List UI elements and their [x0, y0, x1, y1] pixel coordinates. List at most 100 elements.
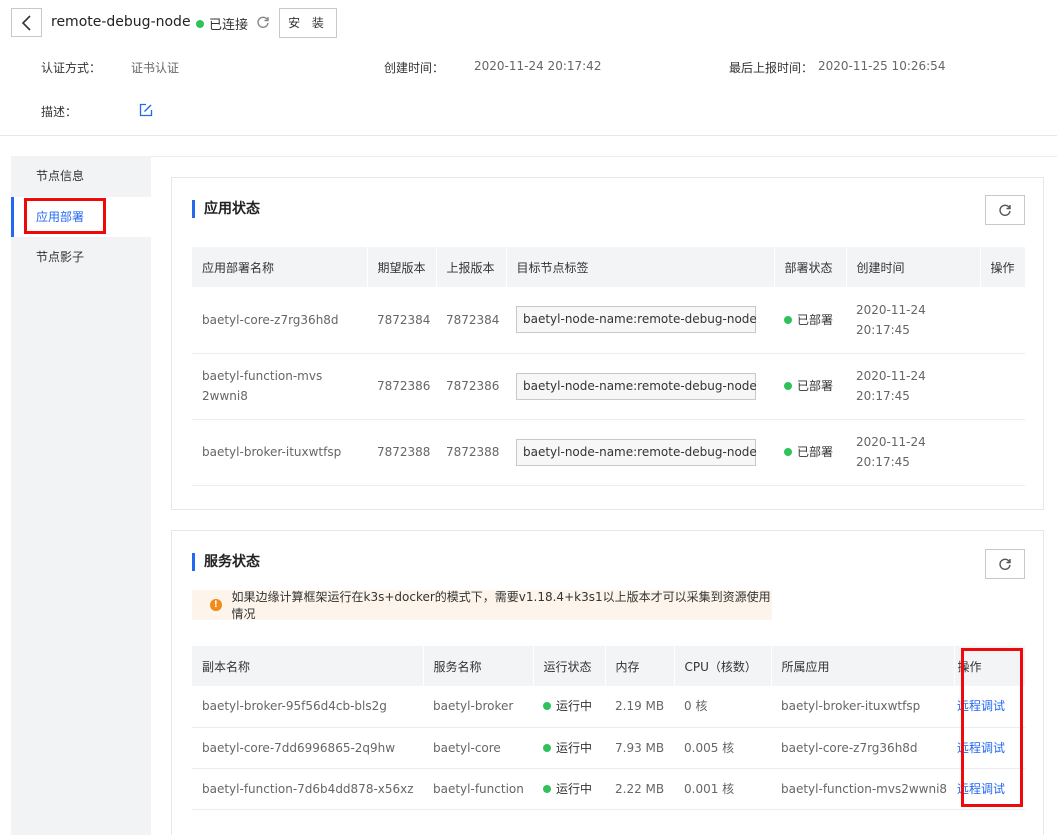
created-date: 2020-11-24 [856, 369, 926, 383]
warning-icon: ! [210, 599, 222, 611]
app-name: baetyl-function-mvs2wwni8 [192, 353, 367, 420]
created-time: 20:17:45 [856, 455, 910, 469]
expected-version: 7872384 [367, 287, 436, 354]
refresh-icon [999, 558, 1011, 570]
owning-app: baetyl-broker-ituxwtfsp [771, 686, 954, 728]
service-status-refresh-button[interactable] [985, 549, 1025, 579]
resource-notice: ! 如果边缘计算框架运行在k3s+docker的模式下，需要v1.18.4+k3… [192, 590, 772, 621]
edit-icon[interactable] [139, 103, 153, 117]
column-header: CPU（核数） [674, 646, 772, 686]
created-time: 20:17:45 [856, 322, 910, 337]
notice-text: 如果边缘计算框架运行在k3s+docker的模式下，需要v1.18.4+k3s1… [231, 590, 771, 621]
deploy-status: 已部署 [784, 442, 846, 462]
cpu-value: 0.005 核 [674, 727, 771, 769]
run-status: 运行中 [543, 696, 605, 716]
highlight-box-sidebar [24, 198, 106, 234]
cpu-value: 0.001 核 [674, 768, 771, 810]
memory-value: 2.19 MB [605, 686, 674, 728]
created-value: 2020-11-24 20:17:42 [474, 59, 602, 73]
reported-version: 7872388 [436, 419, 506, 486]
service-name: baetyl-function [423, 768, 533, 810]
owning-app: baetyl-function-mvs2wwni8 [771, 768, 954, 810]
column-header: 运行状态 [533, 646, 606, 686]
app-status-table: 应用部署名称 期望版本 上报版本 目标节点标签 部署状态 创建时间 操作 bae… [192, 247, 1026, 486]
app-status-refresh-button[interactable] [985, 195, 1025, 225]
sidebar: 节点信息 应用部署 节点影子 [11, 156, 151, 835]
service-status-card: 服务状态 ! 如果边缘计算框架运行在k3s+docker的模式下，需要v1.18… [171, 530, 1044, 835]
install-button[interactable]: 安 装 [279, 8, 337, 38]
column-header: 应用部署名称 [192, 247, 368, 287]
run-status-text: 运行中 [556, 781, 593, 796]
table-row: baetyl-core-7dd6996865-2q9hw baetyl-core… [192, 727, 1025, 769]
column-header: 期望版本 [367, 247, 437, 287]
sidebar-item-label: 节点信息 [36, 169, 85, 183]
column-header: 副本名称 [192, 646, 424, 686]
table-row: baetyl-core-z7rg36h8d 7872384 7872384 ba… [192, 287, 1025, 354]
column-header: 服务名称 [423, 646, 534, 686]
chevron-left-icon [21, 14, 31, 31]
node-label-tag: baetyl-node-name:remote-debug-node [516, 438, 757, 466]
node-label-tag: baetyl-node-name:remote-debug-node [516, 372, 757, 400]
column-header: 所属应用 [771, 646, 955, 686]
success-dot-icon [543, 784, 551, 793]
table-row: baetyl-function-7d6b4dd878-x56xz baetyl-… [192, 768, 1025, 810]
run-status-text: 运行中 [556, 740, 593, 755]
refresh-icon [999, 204, 1011, 216]
expected-version: 7872388 [367, 419, 436, 486]
table-row: baetyl-function-mvs2wwni8 7872386 787238… [192, 353, 1025, 420]
sidebar-item-node-shadow[interactable]: 节点影子 [11, 237, 151, 277]
service-name: baetyl-core [423, 727, 533, 769]
deploy-status-text: 已部署 [797, 379, 834, 393]
table-header-row: 应用部署名称 期望版本 上报版本 目标节点标签 部署状态 创建时间 操作 [192, 247, 1026, 287]
node-header: remote-debug-node 已连接 安 装 认证方式： 证书认证 创建时… [0, 0, 1057, 136]
column-header: 创建时间 [846, 247, 981, 287]
run-status: 运行中 [543, 738, 605, 758]
replica-name: baetyl-broker-95f56d4cb-bls2g [192, 686, 423, 728]
created-time: 20:17:45 [856, 389, 910, 403]
auth-value: 证书认证 [131, 61, 180, 75]
column-header: 内存 [605, 646, 675, 686]
actions-cell [980, 287, 1025, 354]
app-status-card: 应用状态 应用部署名称 期望版本 上报版本 目标节点标签 部署状态 创建时间 操… [171, 177, 1044, 510]
connection-status: 已连接 [196, 14, 248, 33]
refresh-icon[interactable] [256, 15, 270, 29]
success-dot-icon [784, 315, 792, 324]
memory-value: 7.93 MB [605, 727, 674, 769]
replica-name: baetyl-function-7d6b4dd878-x56xz [192, 768, 423, 810]
node-label-tag: baetyl-node-name:remote-debug-node [516, 306, 757, 334]
table-row: baetyl-broker-ituxwtfsp 7872388 7872388 … [192, 419, 1025, 486]
sidebar-item-node-info[interactable]: 节点信息 [11, 156, 151, 196]
back-button[interactable] [11, 8, 42, 37]
column-header: 操作 [980, 247, 1026, 287]
created-date: 2020-11-24 [856, 435, 926, 449]
highlight-box-actions [961, 648, 1023, 807]
deploy-status: 已部署 [784, 310, 846, 330]
replica-name: baetyl-core-7dd6996865-2q9hw [192, 727, 423, 769]
app-name: baetyl-broker-ituxwtfsp [192, 419, 367, 486]
description-label: 描述： [41, 105, 78, 119]
run-status-text: 运行中 [556, 699, 593, 714]
node-name: remote-debug-node [51, 14, 191, 30]
app-status-title: 应用状态 [192, 200, 260, 218]
service-status-table: 副本名称 服务名称 运行状态 内存 CPU（核数） 所属应用 操作 baetyl… [192, 646, 1026, 810]
column-header: 上报版本 [436, 247, 507, 287]
run-status: 运行中 [543, 779, 605, 799]
last-report-label: 最后上报时间： [729, 61, 814, 75]
deploy-status: 已部署 [784, 376, 846, 396]
success-dot-icon [784, 448, 792, 456]
app-name: baetyl-core-z7rg36h8d [192, 287, 367, 354]
connected-dot-icon [196, 19, 204, 28]
table-header-row: 副本名称 服务名称 运行状态 内存 CPU（核数） 所属应用 操作 [192, 646, 1026, 686]
reported-version: 7872386 [436, 353, 506, 420]
service-status-title: 服务状态 [192, 553, 260, 571]
last-report-value: 2020-11-25 10:26:54 [818, 59, 946, 73]
connection-status-text: 已连接 [209, 18, 249, 33]
actions-cell [980, 419, 1025, 486]
memory-value: 2.22 MB [605, 768, 674, 810]
deploy-status-text: 已部署 [797, 312, 834, 327]
service-name: baetyl-broker [423, 686, 533, 728]
table-row: baetyl-broker-95f56d4cb-bls2g baetyl-bro… [192, 686, 1025, 728]
column-header: 目标节点标签 [506, 247, 775, 287]
column-header: 部署状态 [774, 247, 847, 287]
cpu-value: 0 核 [674, 686, 771, 728]
